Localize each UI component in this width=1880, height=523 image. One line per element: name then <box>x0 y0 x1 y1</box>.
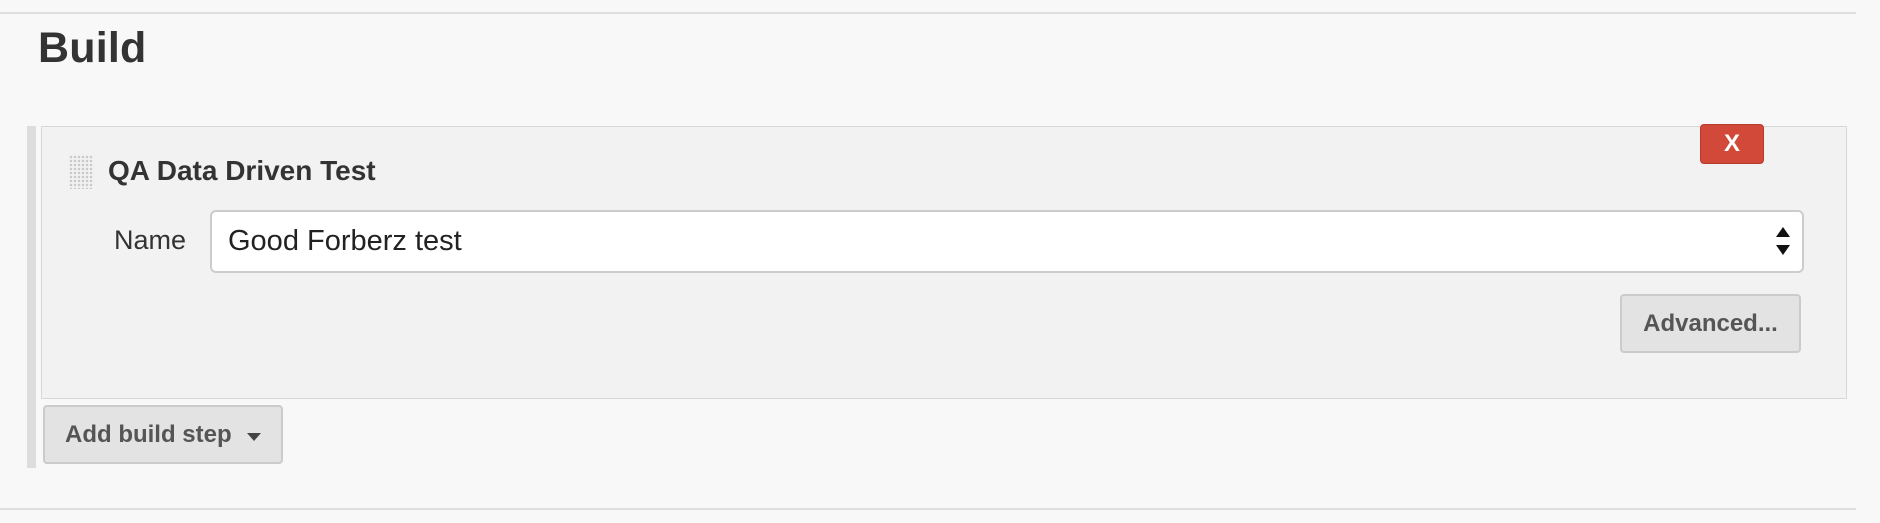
up-down-arrows-icon <box>1776 227 1790 255</box>
bottom-divider <box>0 508 1856 510</box>
build-step-title: QA Data Driven Test <box>108 155 376 186</box>
name-select[interactable]: Good Forberz test <box>210 210 1804 273</box>
arrow-down-icon <box>1776 245 1790 255</box>
top-divider <box>0 12 1856 14</box>
section-left-bar <box>27 126 36 468</box>
add-build-step-button[interactable]: Add build step <box>43 405 283 464</box>
add-build-step-label: Add build step <box>65 420 232 448</box>
advanced-button[interactable]: Advanced... <box>1620 294 1801 353</box>
build-step-panel: QA Data Driven Test X Name Good Forberz … <box>41 124 1847 399</box>
remove-step-button[interactable]: X <box>1700 124 1764 164</box>
section-title: Build <box>38 24 147 72</box>
chevron-down-icon <box>247 433 261 441</box>
arrow-up-icon <box>1776 227 1790 237</box>
drag-handle-icon[interactable] <box>69 155 93 189</box>
name-select-value: Good Forberz test <box>228 225 462 257</box>
name-label: Name <box>114 225 187 255</box>
